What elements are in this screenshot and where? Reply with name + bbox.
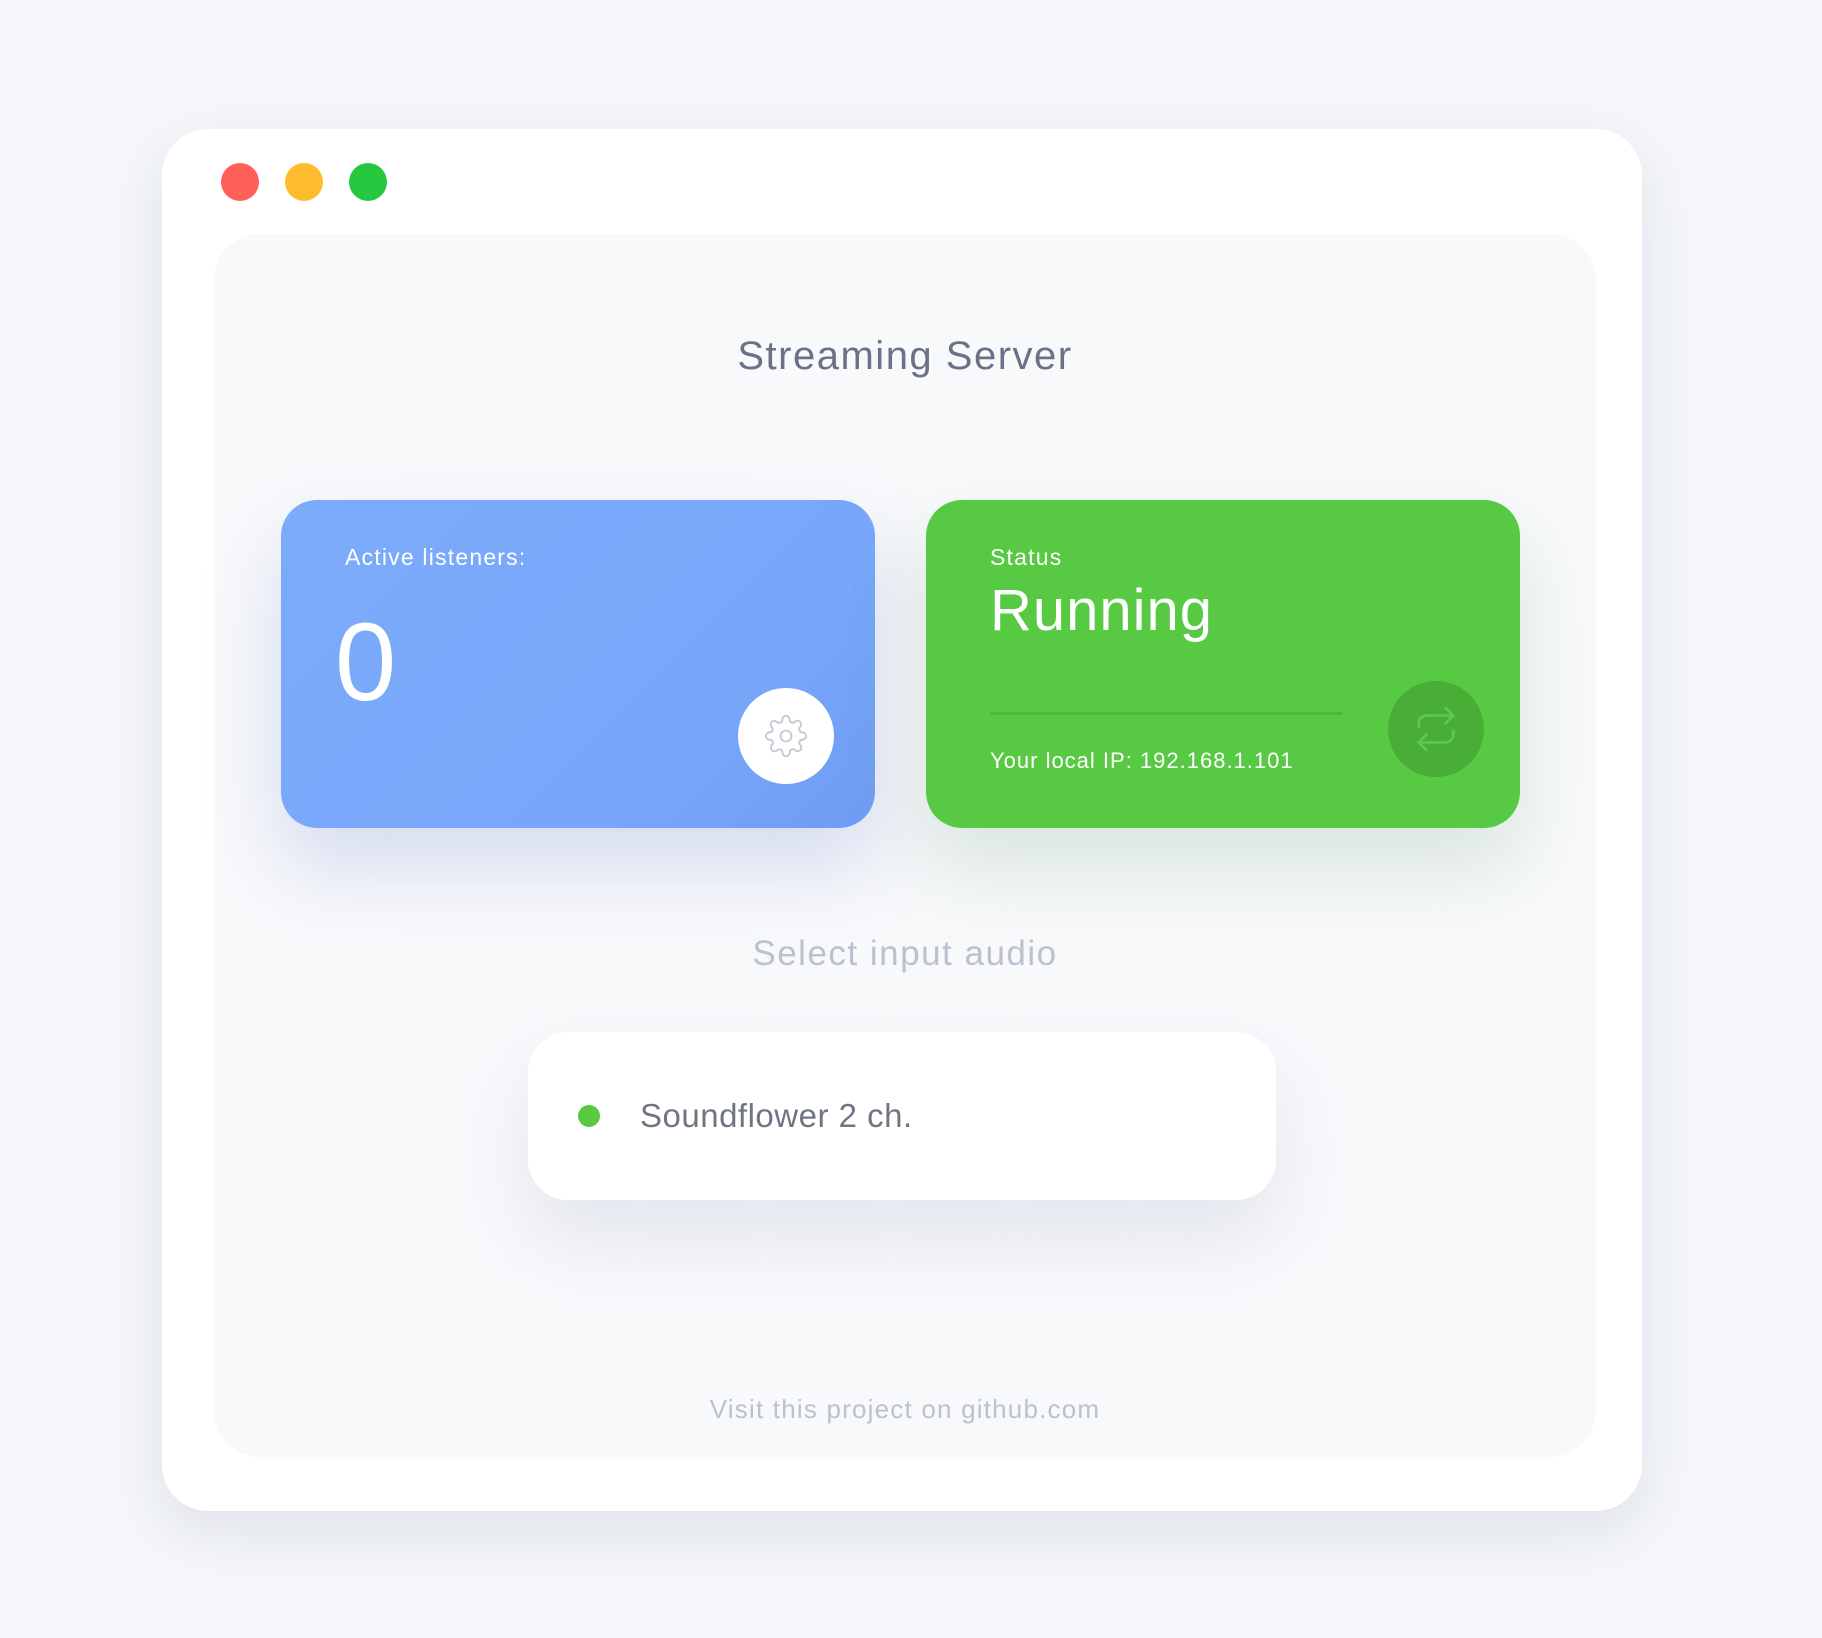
device-status-dot xyxy=(578,1105,600,1127)
page-title: Streaming Server xyxy=(737,334,1073,378)
github-link[interactable]: Visit this project on github.com xyxy=(214,1394,1596,1425)
refresh-icon xyxy=(1417,706,1455,752)
listeners-card: Active listeners: 0 xyxy=(281,500,875,828)
minimize-window-button[interactable] xyxy=(285,163,323,201)
device-name: Soundflower 2 ch. xyxy=(640,1097,913,1134)
status-label: Status xyxy=(990,544,1063,570)
main-panel: Streaming Server Active listeners: 0 Sta… xyxy=(214,234,1596,1457)
audio-device-item[interactable]: Soundflower 2 ch. xyxy=(528,1032,1276,1200)
restart-server-button[interactable] xyxy=(1388,681,1484,777)
local-ip-text: Your local IP: 192.168.1.101 xyxy=(990,748,1294,773)
listeners-label: Active listeners: xyxy=(345,544,527,570)
app-window: Streaming Server Active listeners: 0 Sta… xyxy=(162,129,1642,1511)
status-divider xyxy=(990,712,1342,715)
status-card: Status Running Your local IP: 192.168.1.… xyxy=(926,500,1520,828)
gear-icon xyxy=(764,714,808,758)
status-value: Running xyxy=(990,578,1214,643)
input-audio-heading: Select input audio xyxy=(752,934,1058,973)
listeners-count: 0 xyxy=(335,601,397,724)
settings-button[interactable] xyxy=(738,688,834,784)
window-controls xyxy=(221,163,387,201)
close-window-button[interactable] xyxy=(221,163,259,201)
maximize-window-button[interactable] xyxy=(349,163,387,201)
